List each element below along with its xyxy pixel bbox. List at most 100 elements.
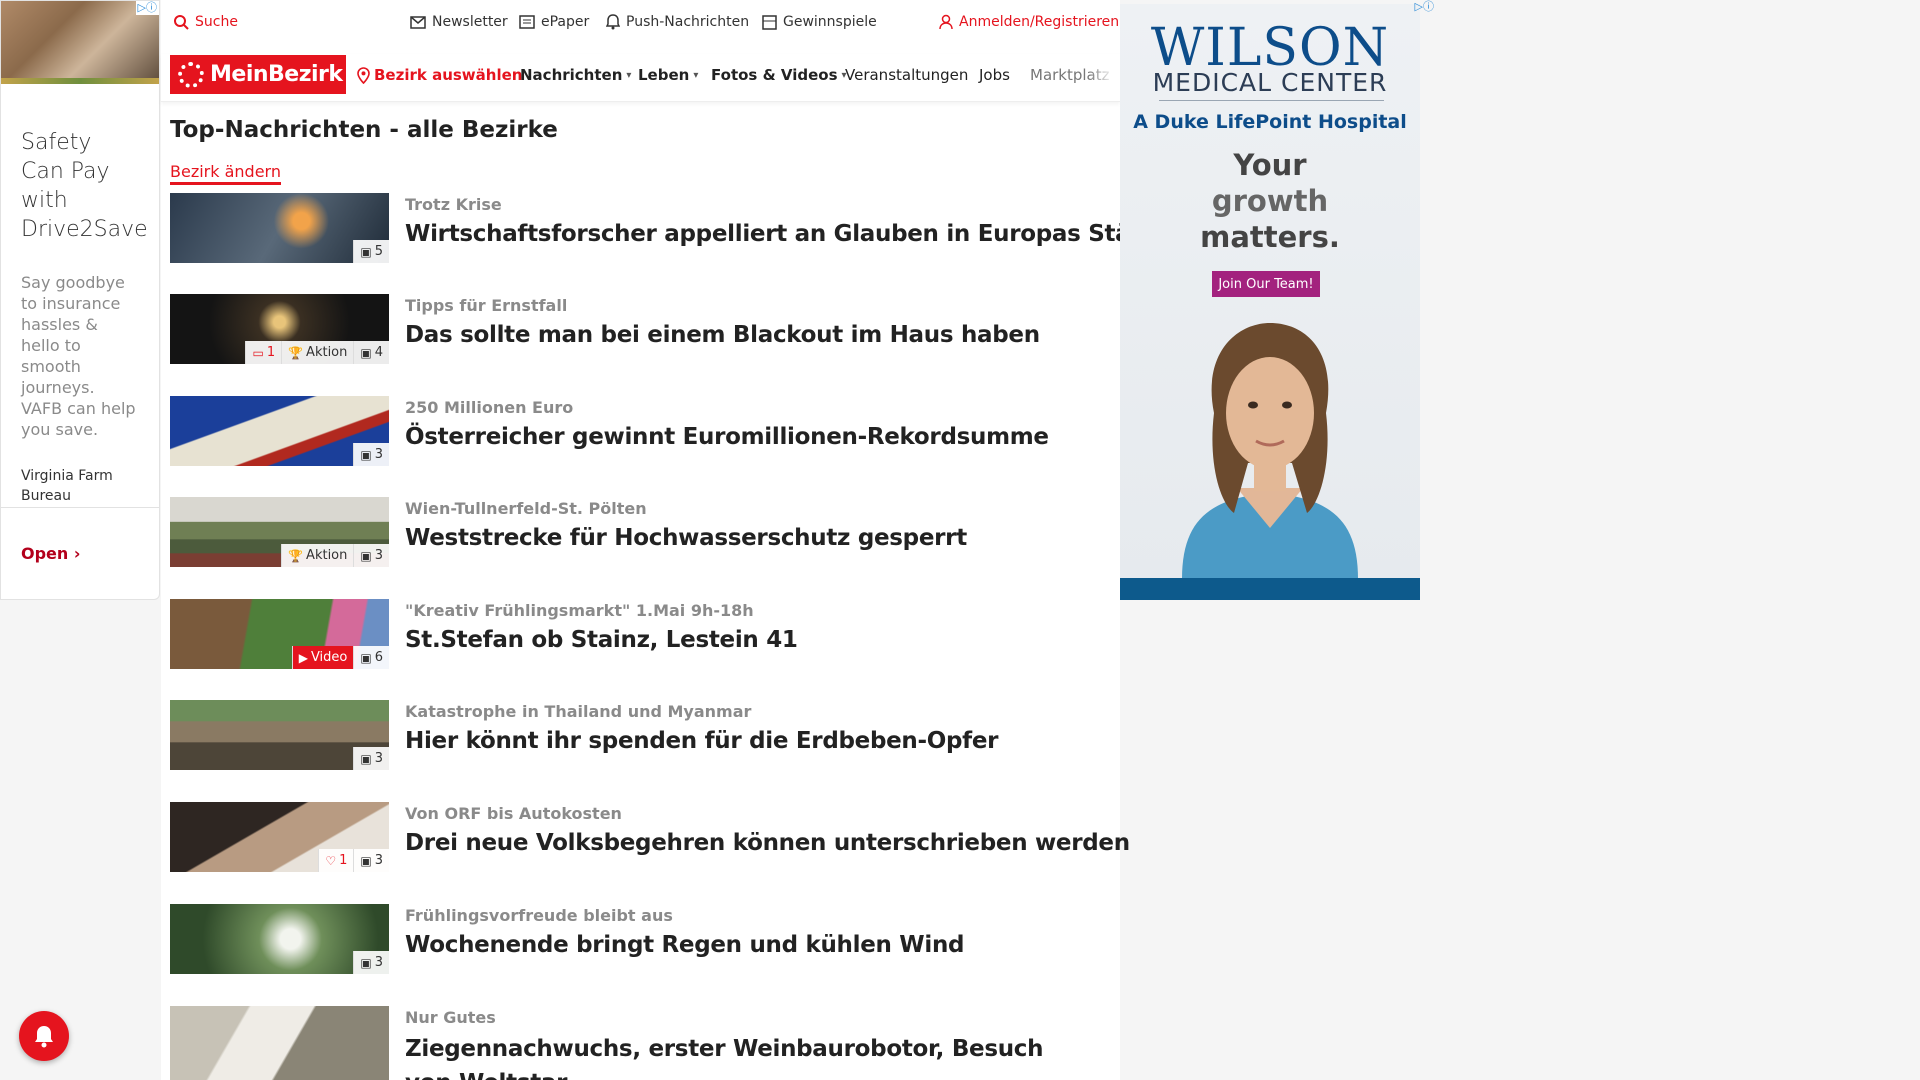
nav-nachrichten[interactable]: Nachrichten ▾ <box>520 66 631 84</box>
photo-count-badge: ▣ 3 <box>353 544 389 567</box>
comment-count: 1 <box>266 345 276 360</box>
notification-bell-button[interactable] <box>19 1011 69 1061</box>
article-item[interactable]: ▣ 3 Frühlingsvorfreude bleibt aus Wochene… <box>170 904 1110 974</box>
nav-leben[interactable]: Leben ▾ <box>638 66 698 84</box>
nav-veranstaltungen[interactable]: Veranstaltungen <box>845 66 968 84</box>
chevron-down-icon: ▾ <box>626 69 632 81</box>
photo-count-badge: ▣ 3 <box>353 443 389 466</box>
article-item[interactable]: 🏆 Aktion ▣ 3 Wien-Tullnerfeld-St. Pölten W… <box>170 497 1110 567</box>
article-thumbnail[interactable]: ▶ Video ▣ 6 <box>170 599 389 669</box>
article-kicker: "Kreativ Frühlingsmarkt" 1.Mai 9h-18h <box>405 601 754 620</box>
photo-count-badge: ▣ 3 <box>353 747 389 770</box>
article-headline[interactable]: Weststrecke für Hochwasserschutz gesperr… <box>405 525 967 551</box>
ad-growth-line1: Your <box>1233 148 1307 182</box>
article-thumbnail[interactable]: ▣ 3 <box>170 700 389 770</box>
article-thumbnail[interactable] <box>170 1006 389 1080</box>
photo-count: 3 <box>374 751 383 766</box>
article-kicker: Trotz Krise <box>405 195 502 214</box>
article-kicker: Tipps für Ernstfall <box>405 296 568 315</box>
adchoices-icon[interactable]: ▷ⓘ <box>135 1 159 15</box>
article-item[interactable]: ▶ Video ▣ 6 "Kreativ Frühlingsmarkt" 1.Mai… <box>170 599 1110 669</box>
nav-jobs[interactable]: Jobs <box>979 66 1010 84</box>
epaper-label: ePaper <box>541 14 590 30</box>
article-headline[interactable]: Ziegennachwuchs, erster Weinbaurobotor, … <box>405 1032 1085 1080</box>
logo-text: MeinBezirk <box>210 62 343 87</box>
ad-open-button[interactable]: Open › <box>21 544 80 563</box>
article-headline[interactable]: Wochenende bringt Regen und kühlen Wind <box>405 932 964 958</box>
aktion-label: Aktion <box>306 345 348 360</box>
nav-veranstaltungen-label: Veranstaltungen <box>845 66 969 84</box>
article-thumbnail[interactable]: ▣ 3 <box>170 396 389 466</box>
article-item[interactable]: ▣ 3 250 Millionen Euro Österreicher gewin… <box>170 396 1110 466</box>
ad-headline[interactable]: Safety Can Pay with Drive2Save <box>1 84 159 244</box>
nav-fotos-videos[interactable]: Fotos & Videos ▾ <box>711 66 847 84</box>
image-icon: ▣ <box>360 955 372 970</box>
left-advertisement[interactable]: ▷ⓘ Safety Can Pay with Drive2Save Say go… <box>0 0 160 600</box>
article-item[interactable]: Nur Gutes Ziegennachwuchs, erster Weinba… <box>170 1006 1110 1080</box>
article-item[interactable]: ▭ 1 🏆 Aktion ▣ 4 Tipps für Ernstfall Das so… <box>170 294 1110 364</box>
newsletter-label: Newsletter <box>432 14 508 30</box>
change-bezirk-link[interactable]: Bezirk ändern <box>170 162 281 185</box>
article-item[interactable]: ♡ 1 ▣ 3 Von ORF bis Autokosten Drei neue V… <box>170 802 1130 872</box>
image-icon: ▣ <box>360 751 372 766</box>
ad-growth-text: Your growth matters. <box>1120 147 1420 255</box>
map-pin-icon <box>357 66 370 84</box>
gift-icon <box>762 14 777 30</box>
page-title: Top-Nachrichten - alle Bezirke <box>170 117 558 143</box>
epaper-link[interactable]: ePaper <box>519 14 589 30</box>
nav-leben-label: Leben <box>638 66 690 84</box>
article-headline[interactable]: Österreicher gewinnt Euromillionen-Rekor… <box>405 424 1049 450</box>
newsletter-link[interactable]: Newsletter <box>410 14 508 30</box>
photo-count: 3 <box>374 447 383 462</box>
article-kicker: Von ORF bis Autokosten <box>405 804 622 823</box>
photo-count: 4 <box>374 345 383 360</box>
aktion-label: Aktion <box>306 548 348 563</box>
gewinnspiele-link[interactable]: Gewinnspiele <box>762 14 877 30</box>
ad-body: Say goodbye to insurance hassles & hello… <box>21 273 136 439</box>
bell-icon <box>606 14 620 30</box>
aktion-badge: 🏆 Aktion <box>281 544 354 567</box>
adchoices-icon[interactable]: ▷ⓘ <box>1413 0 1436 14</box>
article-headline[interactable]: Wirtschaftsforscher appelliert an Glaube… <box>405 221 1171 247</box>
article-thumbnail[interactable]: ▣ 5 <box>170 193 389 263</box>
article-headline[interactable]: Das sollte man bei einem Blackout im Hau… <box>405 322 1040 348</box>
ad-brand: Virginia Farm Bureau <box>21 468 113 504</box>
bezirk-select-button[interactable]: Bezirk auswählen <box>357 66 522 84</box>
article-item[interactable]: ▣ 5 Trotz Krise Wirtschaftsforscher appel… <box>170 193 1171 263</box>
article-kicker: Wien-Tullnerfeld-St. Pölten <box>405 499 647 518</box>
comment-icon: ▭ <box>252 345 264 360</box>
mail-icon <box>410 15 426 29</box>
login-label: Anmelden/Registrieren <box>959 14 1120 30</box>
user-icon <box>939 14 953 30</box>
search-icon <box>174 15 189 30</box>
photo-count-badge: ▣ 3 <box>353 849 389 872</box>
login-link[interactable]: Anmelden/Registrieren <box>939 14 1119 30</box>
article-headline[interactable]: St.Stefan ob Stainz, Lestein 41 <box>405 627 798 653</box>
search-link[interactable]: Suche <box>173 14 238 30</box>
push-notifications-link[interactable]: Push-Nachrichten <box>606 14 749 30</box>
nurse-photo <box>1182 323 1358 579</box>
nav-marktplatz[interactable]: Marktplatz <box>1030 66 1114 84</box>
join-our-team-button[interactable]: Join Our Team! <box>1212 271 1320 297</box>
photo-count: 6 <box>374 650 383 665</box>
image-icon: ▣ <box>360 345 372 360</box>
article-headline[interactable]: Drei neue Volksbegehren können unterschr… <box>405 830 1130 856</box>
heart-icon: ♡ <box>325 853 337 868</box>
photo-count-badge: ▣ 3 <box>353 951 389 974</box>
right-advertisement[interactable]: ▷ⓘ WILSON MEDICAL CENTER A Duke LifePoin… <box>1120 0 1434 600</box>
meinbezirk-logo[interactable]: MeinBezirk <box>170 55 346 94</box>
aktion-badge: 🏆 Aktion <box>281 341 354 364</box>
article-thumbnail[interactable]: 🏆 Aktion ▣ 3 <box>170 497 389 567</box>
article-headline[interactable]: Hier könnt ihr spenden für die Erdbeben-… <box>405 728 999 754</box>
article-thumbnail[interactable]: ♡ 1 ▣ 3 <box>170 802 389 872</box>
main-content: Suche Newsletter ePaper Push-Nachrichten… <box>161 0 1171 1080</box>
ad-image[interactable]: ▷ⓘ <box>1 1 159 84</box>
newspaper-icon <box>519 15 535 29</box>
nav-marktplatz-label: Marktplatz <box>1030 66 1110 84</box>
article-thumbnail[interactable]: ▣ 3 <box>170 904 389 974</box>
nav-jobs-label: Jobs <box>979 66 1010 84</box>
article-item[interactable]: ▣ 3 Katastrophe in Thailand und Myanmar H… <box>170 700 1110 770</box>
photo-count: 3 <box>374 548 383 563</box>
article-thumbnail[interactable]: ▭ 1 🏆 Aktion ▣ 4 <box>170 294 389 364</box>
ad-bottom-bar <box>1120 578 1420 600</box>
